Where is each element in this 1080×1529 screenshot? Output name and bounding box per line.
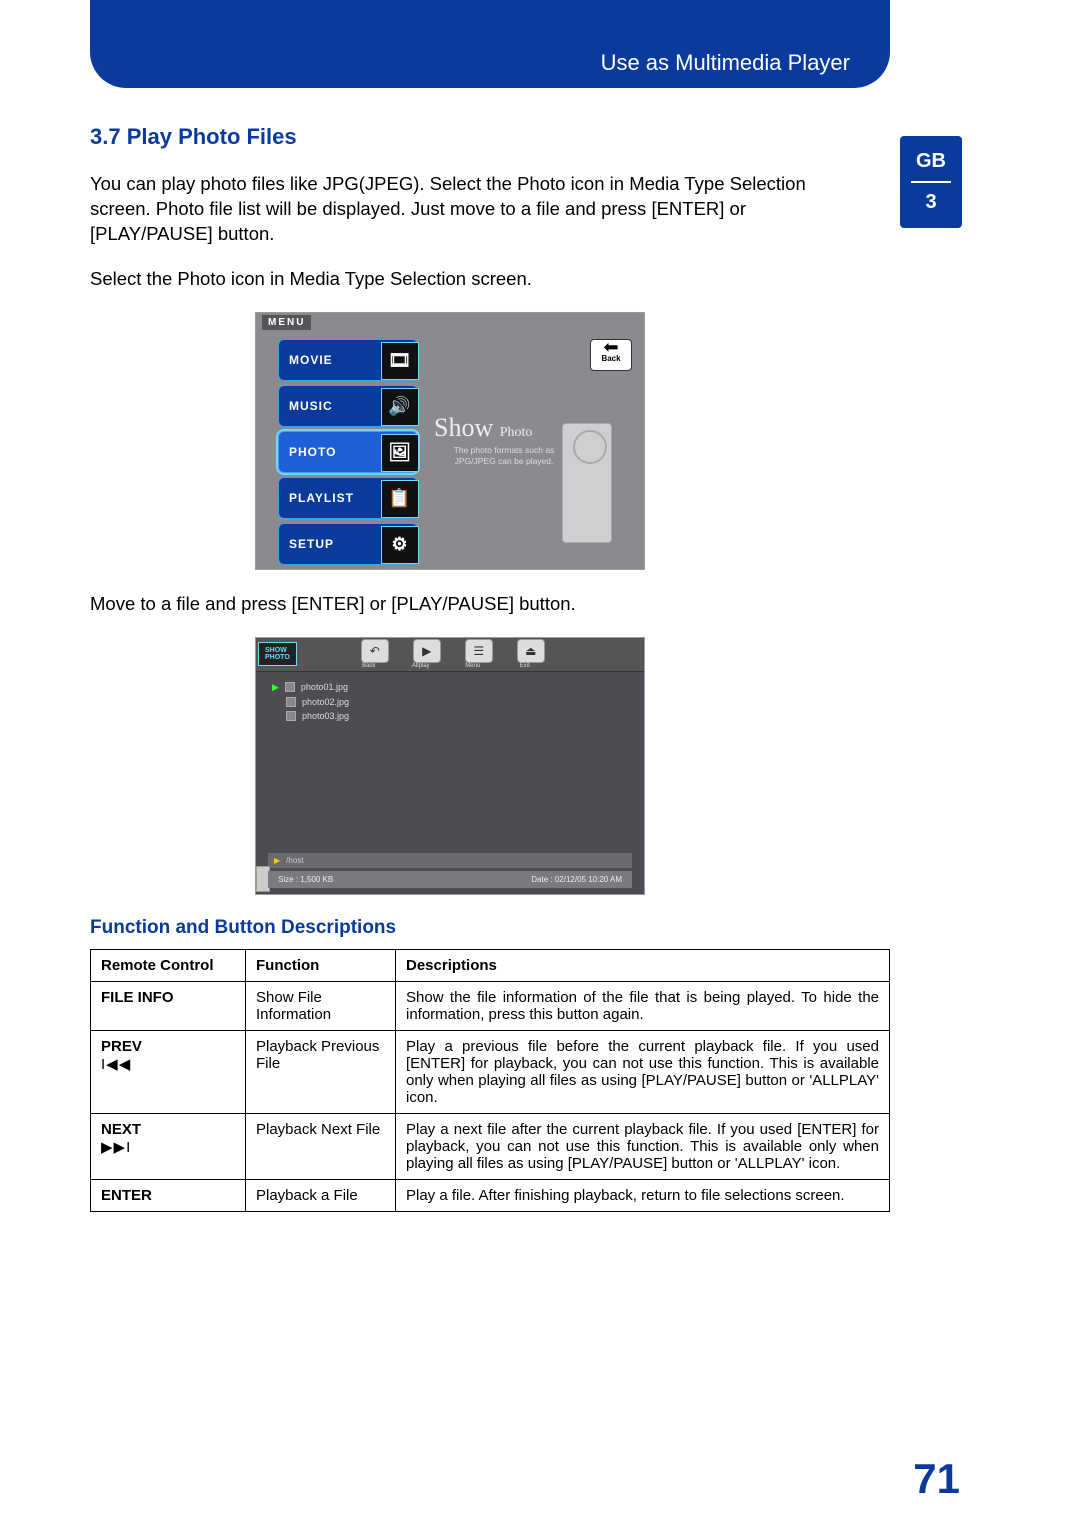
file-name: photo01.jpg bbox=[301, 682, 348, 692]
table-row: PREVI◀◀ Playback Previous File Play a pr… bbox=[91, 1030, 890, 1113]
rc-cell: NEXT▶▶I bbox=[91, 1113, 246, 1179]
menu-item-playlist: PLAYLIST 📋 bbox=[278, 477, 418, 519]
menu-item-label: MOVIE bbox=[289, 353, 333, 367]
rc-cell: PREVI◀◀ bbox=[91, 1030, 246, 1113]
table-row: FILE INFO Show File Information Show the… bbox=[91, 981, 890, 1030]
step1-text: Select the Photo icon in Media Type Sele… bbox=[90, 267, 810, 292]
photo-icon: 🖼 bbox=[381, 434, 419, 472]
rc-cell: ENTER bbox=[91, 1179, 246, 1211]
file-row: photo03.jpg bbox=[268, 709, 632, 723]
size-info: Size : 1,500 KB bbox=[278, 875, 333, 884]
desc-cell: Show the file information of the file th… bbox=[396, 981, 890, 1030]
th-remote: Remote Control bbox=[91, 949, 246, 981]
file-name: photo03.jpg bbox=[302, 711, 349, 721]
menu-column: MOVIE 🎞 MUSIC 🔊 PHOTO 🖼 PLAYLIST 📋 SETUP bbox=[278, 339, 418, 569]
setup-icon: ⚙ bbox=[381, 526, 419, 564]
menu-item-label: PLAYLIST bbox=[289, 491, 354, 505]
status-bar: Size : 1,500 KB Date : 02/12/05 10:20 AM bbox=[268, 871, 632, 888]
menu-item-movie: MOVIE 🎞 bbox=[278, 339, 418, 381]
file-row: ▶ photo01.jpg bbox=[268, 680, 632, 695]
menu-item-music: MUSIC 🔊 bbox=[278, 385, 418, 427]
th-desc: Descriptions bbox=[396, 949, 890, 981]
rc-cell: FILE INFO bbox=[91, 981, 246, 1030]
next-symbol-icon: ▶▶I bbox=[101, 1139, 131, 1156]
screenshot-menu-wrap: MENU MOVIE 🎞 MUSIC 🔊 PHOTO 🖼 PLAYLIST 📋 bbox=[90, 312, 810, 570]
allplay-icon: ▶ bbox=[413, 639, 441, 663]
section-heading: 3.7 Play Photo Files bbox=[90, 124, 810, 150]
chapter-number: 3 bbox=[900, 191, 962, 214]
page-number: 71 bbox=[913, 1455, 960, 1503]
intro-paragraph: You can play photo files like JPG(JPEG).… bbox=[90, 172, 810, 247]
file-list: ▶ photo01.jpg photo02.jpg photo03.jpg bbox=[268, 680, 632, 723]
chapter-title: Use as Multimedia Player bbox=[601, 50, 850, 76]
menu-item-label: SETUP bbox=[289, 537, 334, 551]
menu-label: MENU bbox=[262, 315, 311, 330]
play-marker-icon: ▶ bbox=[272, 682, 279, 693]
file-icon bbox=[286, 711, 296, 721]
desc-cell: Play a next file after the current playb… bbox=[396, 1113, 890, 1179]
date-info: Date : 02/12/05 10:20 AM bbox=[531, 875, 622, 884]
page-content: 3.7 Play Photo Files You can play photo … bbox=[90, 124, 810, 1212]
th-function: Function bbox=[246, 949, 396, 981]
fn-cell: Playback Next File bbox=[246, 1113, 396, 1179]
file-row: photo02.jpg bbox=[268, 695, 632, 709]
language-code: GB bbox=[900, 150, 962, 173]
back-label: Back bbox=[591, 354, 631, 363]
menu-item-photo: PHOTO 🖼 bbox=[278, 431, 418, 473]
function-subheading: Function and Button Descriptions bbox=[90, 917, 810, 939]
table-row: ENTER Playback a File Play a file. After… bbox=[91, 1179, 890, 1211]
back-button: ⬅ Back bbox=[590, 339, 632, 371]
menu-icon: ☰ bbox=[465, 639, 493, 663]
speaker-icon: 🔊 bbox=[381, 388, 419, 426]
file-name: photo02.jpg bbox=[302, 697, 349, 707]
exit-icon: ⏏ bbox=[517, 639, 545, 663]
menu-item-label: MUSIC bbox=[289, 399, 333, 413]
show-photo-title: Show Photo bbox=[434, 413, 532, 443]
language-chapter-tab: GB 3 bbox=[900, 136, 962, 228]
browser-toolbar: SHOWPHOTO ↶Back ▶Allplay ☰Menu ⏏Exit bbox=[256, 638, 644, 672]
prev-symbol-icon: I◀◀ bbox=[101, 1056, 131, 1073]
file-icon bbox=[286, 697, 296, 707]
fn-cell: Playback Previous File bbox=[246, 1030, 396, 1113]
menu-item-setup: SETUP ⚙ bbox=[278, 523, 418, 565]
show-photo-badge: SHOWPHOTO bbox=[258, 642, 297, 666]
screenshot-browser-wrap: SHOWPHOTO ↶Back ▶Allplay ☰Menu ⏏Exit ▶ ph… bbox=[90, 637, 810, 895]
screenshot-media-menu: MENU MOVIE 🎞 MUSIC 🔊 PHOTO 🖼 PLAYLIST 📋 bbox=[255, 312, 645, 570]
file-icon bbox=[285, 682, 295, 692]
show-word: Show bbox=[434, 413, 493, 442]
back-arrow-icon: ⬅ bbox=[591, 340, 631, 354]
path-text: /host bbox=[286, 856, 303, 865]
function-table: Remote Control Function Descriptions FIL… bbox=[90, 949, 890, 1212]
desc-cell: Play a file. After finishing playback, r… bbox=[396, 1179, 890, 1211]
menu-item-label: PHOTO bbox=[289, 445, 336, 459]
table-header-row: Remote Control Function Descriptions bbox=[91, 949, 890, 981]
table-row: NEXT▶▶I Playback Next File Play a next f… bbox=[91, 1113, 890, 1179]
back-icon: ↶ bbox=[361, 639, 389, 663]
screenshot-file-browser: SHOWPHOTO ↶Back ▶Allplay ☰Menu ⏏Exit ▶ ph… bbox=[255, 637, 645, 895]
playlist-icon: 📋 bbox=[381, 480, 419, 518]
show-photo-desc: The photo formats such as JPG/JPEG can b… bbox=[434, 445, 574, 467]
step2-text: Move to a file and press [ENTER] or [PLA… bbox=[90, 592, 810, 617]
show-sub: Photo bbox=[500, 425, 533, 440]
path-bar: /host bbox=[268, 853, 632, 868]
tab-divider bbox=[911, 181, 951, 183]
fn-cell: Playback a File bbox=[246, 1179, 396, 1211]
fn-cell: Show File Information bbox=[246, 981, 396, 1030]
device-illustration bbox=[562, 423, 612, 543]
chapter-header: Use as Multimedia Player bbox=[90, 0, 890, 88]
film-icon: 🎞 bbox=[381, 342, 419, 380]
desc-cell: Play a previous file before the current … bbox=[396, 1030, 890, 1113]
